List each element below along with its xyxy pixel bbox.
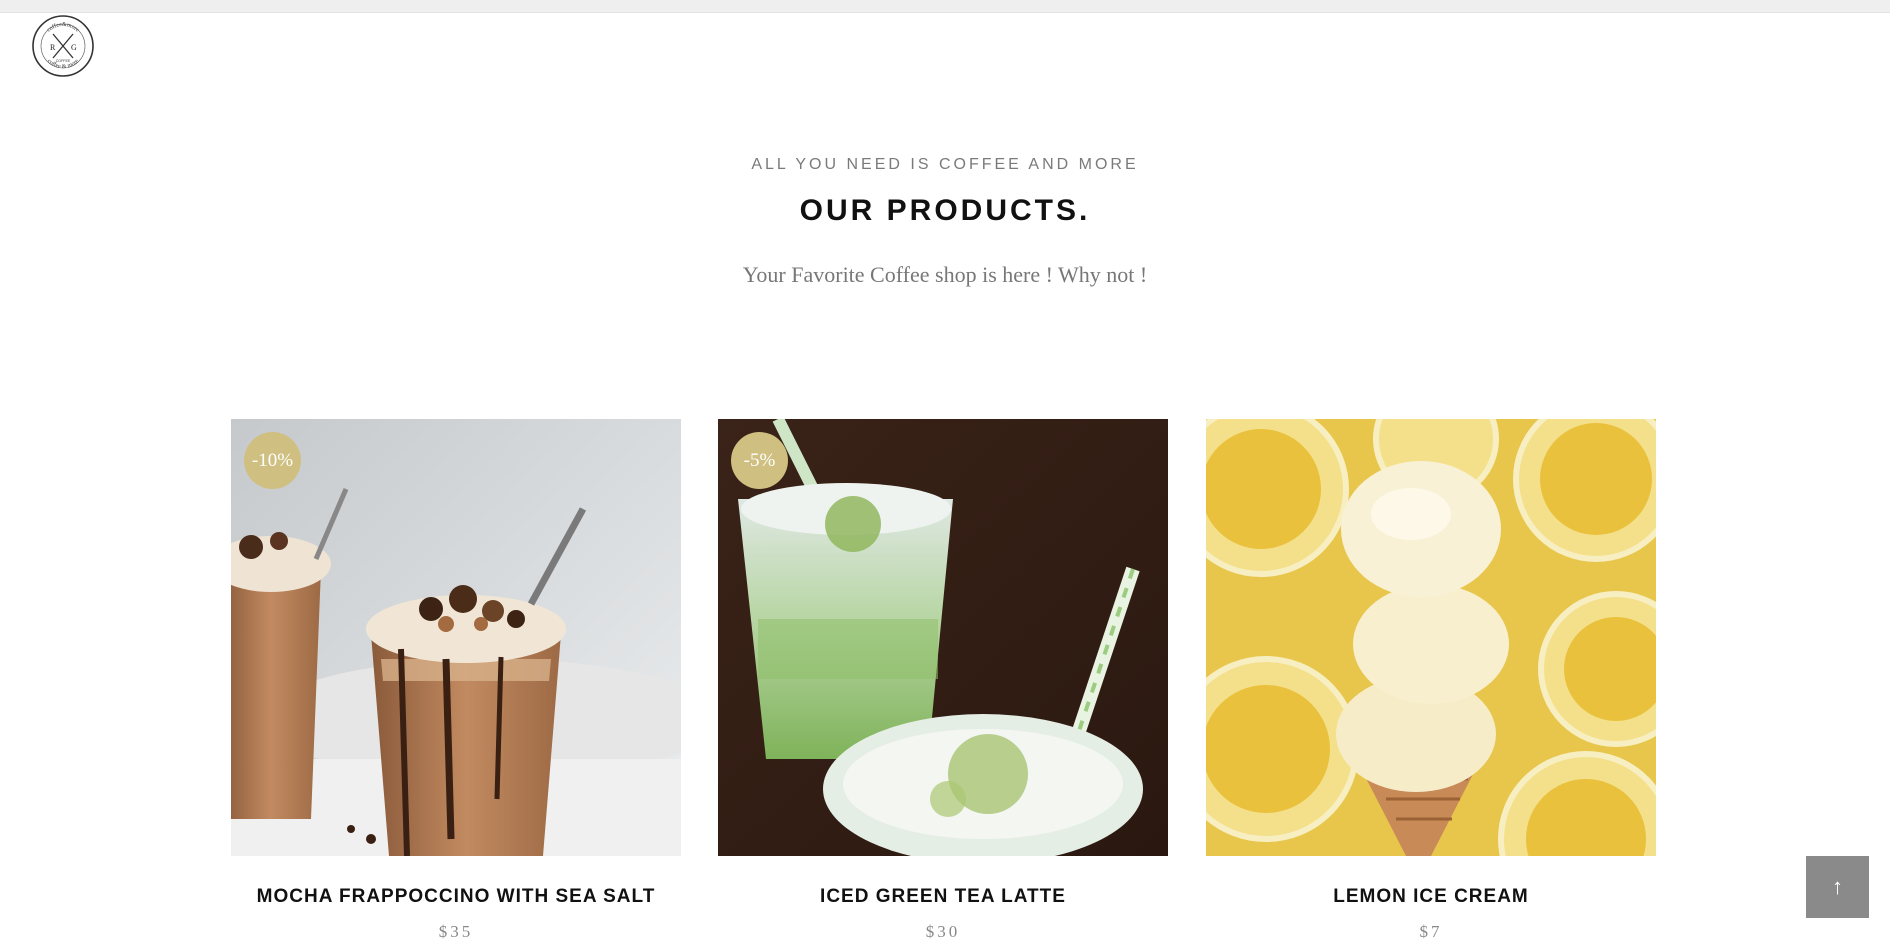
product-image-mocha[interactable]: -10% <box>231 419 681 856</box>
product-price: $7 <box>1419 922 1443 941</box>
mocha-frappuccino-photo <box>231 419 681 856</box>
discount-badge: -10% <box>244 432 301 489</box>
svg-text:G: G <box>71 43 77 52</box>
product-name: ICED GREEN TEA LATTE <box>820 886 1066 907</box>
arrow-up-icon: ↑ <box>1832 874 1843 899</box>
product-image-green-tea[interactable]: -5% <box>718 419 1168 856</box>
back-to-top-button[interactable]: ↑ <box>1806 856 1869 918</box>
section-heading: OUR PRODUCTS. <box>799 194 1091 227</box>
section-subtitle: Your Favorite Coffee shop is here ! Why … <box>742 262 1148 287</box>
product-card-mocha[interactable]: -10% MOCHA FRAPPOCCINO WITH SEA SALT $35 <box>231 419 681 942</box>
green-tea-latte-photo <box>718 419 1168 856</box>
product-card-green-tea[interactable]: -5% ICED GREEN TEA LATTE $30 <box>718 419 1168 942</box>
svg-text:R: R <box>50 43 56 52</box>
lemon-ice-cream-photo <box>1206 419 1656 856</box>
product-price: $35 <box>438 922 474 941</box>
product-name: LEMON ICE CREAM <box>1333 886 1529 907</box>
svg-text:COFFEE: COFFEE <box>56 59 71 63</box>
top-bar <box>0 0 1890 13</box>
discount-badge: -5% <box>731 432 788 489</box>
product-name: MOCHA FRAPPOCCINO WITH SEA SALT <box>256 886 656 907</box>
section-tagline: ALL YOU NEED IS COFFEE AND MORE <box>751 156 1139 173</box>
product-card-lemon[interactable]: LEMON ICE CREAM $7 <box>1206 419 1656 942</box>
site-logo[interactable]: coffee&more coffee & more R G COFFEE <box>31 14 95 78</box>
product-image-lemon[interactable] <box>1206 419 1656 856</box>
logo-emblem: coffee&more coffee & more R G COFFEE <box>32 15 94 77</box>
product-price: $30 <box>925 922 961 941</box>
